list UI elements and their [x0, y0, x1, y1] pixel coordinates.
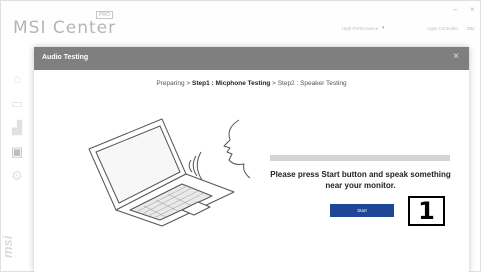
dialog-header: Audio Testing × — [34, 47, 469, 70]
breadcrumb-separator: > — [270, 80, 278, 87]
step-breadcrumb: Preparing > Step1 : Micphone Testing > S… — [34, 80, 469, 87]
dialog-title: Audio Testing — [42, 54, 89, 61]
step-number-badge: 1 — [408, 196, 445, 226]
breadcrumb-next-step: Step2 : Speaker Testing — [277, 80, 347, 87]
instruction-text: Please press Start button and speak some… — [270, 170, 451, 190]
start-button[interactable]: Start — [330, 204, 394, 217]
audio-testing-dialog: Audio Testing × Preparing > Step1 : Micp… — [34, 47, 469, 272]
close-icon[interactable]: × — [453, 51, 459, 63]
breadcrumb-current-step: Step1 : Micphone Testing — [192, 80, 271, 87]
breadcrumb-preparing: Preparing — [156, 80, 185, 87]
breadcrumb-separator: > — [184, 80, 193, 87]
laptop-voice-illustration — [88, 118, 251, 227]
progress-bar — [270, 155, 450, 161]
